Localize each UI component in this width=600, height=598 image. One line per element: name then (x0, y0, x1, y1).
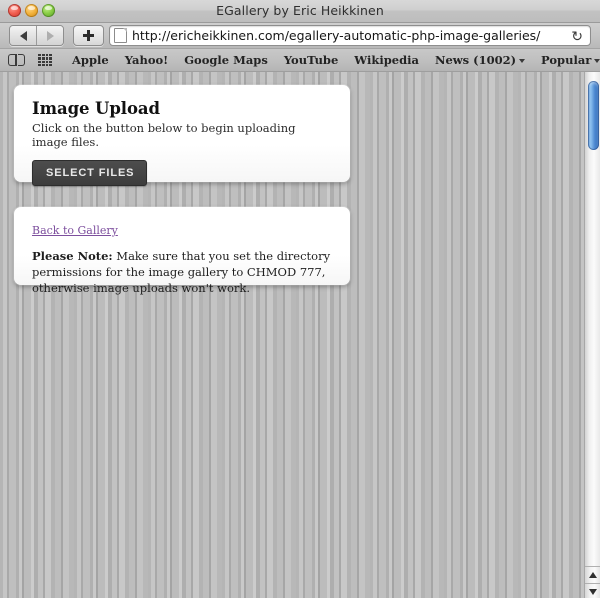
select-files-button[interactable]: SELECT FILES (32, 160, 148, 186)
reload-icon[interactable]: ↻ (571, 29, 585, 43)
permissions-note: Please Note: Make sure that you set the … (32, 249, 332, 297)
scroll-down-button[interactable] (585, 583, 600, 598)
chevron-down-icon (594, 58, 600, 63)
bookmarks-bar: Apple Yahoo! Google Maps YouTube Wikiped… (0, 49, 600, 72)
page-title: Image Upload (32, 99, 160, 118)
vertical-scrollbar[interactable] (584, 72, 600, 598)
chevron-right-icon (46, 30, 54, 41)
bookmark-label: Popular (541, 53, 592, 67)
window-title: EGallery by Eric Heikkinen (216, 3, 384, 18)
title-bar: EGallery by Eric Heikkinen (0, 0, 600, 23)
bookmark-label: Apple (72, 53, 109, 67)
forward-button[interactable] (36, 26, 63, 45)
address-bar[interactable]: http://ericheikkinen.com/egallery-automa… (109, 25, 591, 46)
chevron-down-icon (519, 58, 526, 63)
page-content: Image Upload Click on the button below t… (0, 72, 600, 598)
top-sites-button[interactable] (38, 54, 64, 66)
new-tab-button[interactable] (73, 25, 104, 46)
bookmark-label: YouTube (283, 53, 339, 67)
bookmark-youtube[interactable]: YouTube (276, 49, 346, 71)
note-label: Please Note: (32, 249, 113, 263)
bookmark-news[interactable]: News (1002) (427, 49, 533, 71)
arrow-up-icon (588, 572, 597, 578)
minimize-window-button[interactable] (25, 4, 38, 17)
bookmark-wikipedia[interactable]: Wikipedia (346, 49, 427, 71)
browser-window: EGallery by Eric Heikkinen http://eriche… (0, 0, 600, 598)
show-all-bookmarks-button[interactable] (8, 54, 38, 66)
zoom-window-button[interactable] (42, 4, 55, 17)
bookmark-popular[interactable]: Popular (533, 49, 600, 71)
image-upload-card: Image Upload Click on the button below t… (14, 85, 350, 186)
back-to-gallery-link[interactable]: Back to Gallery (32, 224, 118, 237)
bookmark-label: News (1002) (434, 53, 517, 67)
close-window-button[interactable] (8, 4, 21, 17)
window-controls (8, 4, 55, 17)
bookmark-label: Google Maps (184, 53, 268, 67)
bookmark-label: Yahoo! (124, 53, 169, 67)
browser-toolbar: http://ericheikkinen.com/egallery-automa… (0, 23, 600, 49)
chevron-left-icon (19, 30, 27, 41)
arrow-down-icon (588, 589, 597, 595)
back-button[interactable] (10, 26, 36, 45)
url-text: http://ericheikkinen.com/egallery-automa… (132, 28, 541, 43)
bookmark-apple[interactable]: Apple (64, 49, 117, 71)
book-icon (8, 54, 25, 66)
upload-instructions: Click on the button below to begin uploa… (32, 121, 296, 149)
scrollbar-thumb[interactable] (588, 81, 599, 150)
navigation-buttons (9, 25, 64, 46)
scroll-up-button[interactable] (585, 566, 600, 583)
bookmark-google-maps[interactable]: Google Maps (176, 49, 276, 71)
scrollbar-buttons (585, 566, 600, 598)
grid-icon (38, 54, 52, 66)
page-icon (114, 28, 127, 43)
note-card: Back to Gallery Please Note: Make sure t… (14, 207, 350, 295)
bookmark-yahoo[interactable]: Yahoo! (117, 49, 177, 71)
bookmark-label: Wikipedia (354, 53, 419, 67)
